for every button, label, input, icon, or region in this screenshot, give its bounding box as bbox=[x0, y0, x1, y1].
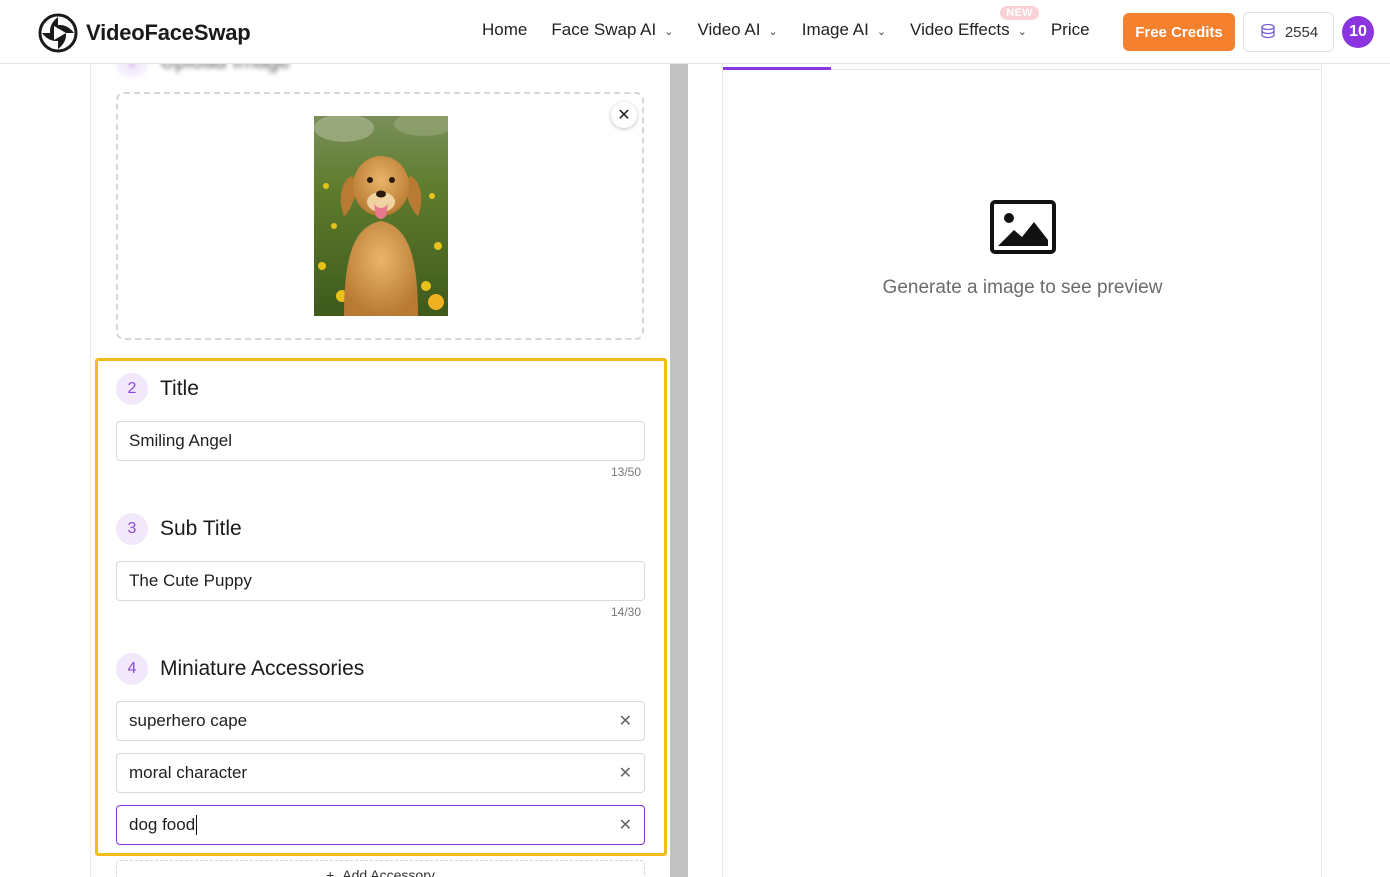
free-credits-button[interactable]: Free Credits bbox=[1123, 13, 1235, 51]
accessory-input-value: superhero cape bbox=[129, 711, 248, 730]
chevron-down-icon: ⌄ bbox=[768, 25, 778, 38]
brand-logo-icon bbox=[38, 13, 78, 53]
active-tab-indicator bbox=[723, 67, 831, 70]
add-accessory-button[interactable]: + Add Accessory bbox=[116, 860, 645, 877]
preview-panel: Generate a image to see preview bbox=[722, 64, 1322, 877]
credits-balance[interactable]: 2554 bbox=[1243, 12, 1334, 52]
accessories-section-label: Miniature Accessories bbox=[160, 657, 365, 680]
upload-section-title: Upload Image bbox=[160, 64, 291, 74]
title-input[interactable]: Smiling Angel bbox=[116, 421, 645, 461]
preview-empty-text: Generate a image to see preview bbox=[882, 277, 1163, 298]
image-upload-area[interactable]: ✕ bbox=[116, 92, 644, 340]
accessory-input[interactable]: moral character ✕ bbox=[116, 753, 645, 793]
step-badge: 3 bbox=[116, 513, 148, 545]
nav-video-ai-label: Video AI bbox=[697, 20, 761, 39]
plus-icon: + bbox=[326, 867, 335, 877]
chevron-down-icon: ⌄ bbox=[876, 25, 887, 38]
brand-name: VideoFaceSwap bbox=[86, 20, 251, 45]
accessory-input-value: dog food bbox=[129, 815, 196, 834]
subtitle-section-label: Sub Title bbox=[160, 517, 242, 540]
new-badge: NEW bbox=[1000, 6, 1039, 20]
credits-count: 2554 bbox=[1284, 23, 1319, 41]
coins-icon bbox=[1261, 23, 1275, 39]
nav-face-swap-ai-label: Face Swap AI bbox=[551, 20, 657, 39]
nav-home[interactable]: Home bbox=[482, 20, 527, 40]
subtitle-input-value: The Cute Puppy bbox=[129, 571, 252, 590]
nav-video-effects[interactable]: Video Effects ⌄ NEW bbox=[910, 6, 1039, 40]
title-input-value: Smiling Angel bbox=[129, 431, 233, 450]
nav-price[interactable]: Price bbox=[1051, 20, 1090, 40]
accessory-input[interactable]: superhero cape ✕ bbox=[116, 701, 645, 741]
title-section-label: Title bbox=[160, 377, 199, 400]
upload-section-header: 1 Upload Image bbox=[116, 64, 291, 78]
panel-scrollbar[interactable] bbox=[670, 64, 688, 877]
user-avatar[interactable]: 10 bbox=[1342, 16, 1374, 48]
preview-tab-bar bbox=[723, 64, 1322, 70]
nav-video-ai[interactable]: Video AI ⌄ bbox=[697, 20, 777, 40]
nav-face-swap-ai[interactable]: Face Swap AI ⌄ bbox=[551, 20, 673, 40]
remove-image-button[interactable]: ✕ bbox=[611, 102, 637, 128]
step-badge: 1 bbox=[116, 64, 148, 78]
text-caret bbox=[196, 815, 198, 835]
brand-logo[interactable]: VideoFaceSwap bbox=[38, 13, 251, 53]
add-accessory-label: Add Accessory bbox=[342, 867, 435, 877]
step-badge: 4 bbox=[116, 653, 148, 685]
clear-icon[interactable]: ✕ bbox=[619, 763, 632, 783]
top-header: VideoFaceSwap Home Face Swap AI ⌄ Video … bbox=[0, 0, 1390, 64]
nav-image-ai[interactable]: Image AI ⌄ bbox=[802, 20, 886, 40]
accessory-input-value: moral character bbox=[129, 763, 248, 782]
chevron-down-icon: ⌄ bbox=[664, 25, 674, 38]
title-section-header: 2 Title bbox=[116, 373, 199, 405]
clear-icon[interactable]: ✕ bbox=[619, 711, 632, 731]
subtitle-section-header: 3 Sub Title bbox=[116, 513, 242, 545]
image-placeholder-icon bbox=[990, 200, 1056, 254]
chevron-down-icon: ⌄ bbox=[1017, 25, 1027, 38]
subtitle-char-counter: 14/30 bbox=[611, 605, 642, 619]
close-icon: ✕ bbox=[617, 107, 631, 124]
clear-icon[interactable]: ✕ bbox=[619, 815, 632, 835]
title-char-counter: 13/50 bbox=[611, 465, 642, 479]
accessories-section-header: 4 Miniature Accessories bbox=[116, 653, 364, 685]
accessory-input-active[interactable]: dog food ✕ bbox=[116, 805, 645, 845]
nav-image-ai-label: Image AI bbox=[801, 20, 869, 39]
main-nav: Home Face Swap AI ⌄ Video AI ⌄ Image AI … bbox=[482, 6, 1090, 40]
uploaded-dog-image bbox=[314, 116, 448, 316]
nav-video-effects-label: Video Effects bbox=[910, 20, 1010, 39]
subtitle-input[interactable]: The Cute Puppy bbox=[116, 561, 645, 601]
step-badge: 2 bbox=[116, 373, 148, 405]
nav-home-label: Home bbox=[482, 20, 528, 39]
editor-panel: 1 Upload Image bbox=[90, 64, 670, 877]
nav-price-label: Price bbox=[1050, 20, 1090, 39]
